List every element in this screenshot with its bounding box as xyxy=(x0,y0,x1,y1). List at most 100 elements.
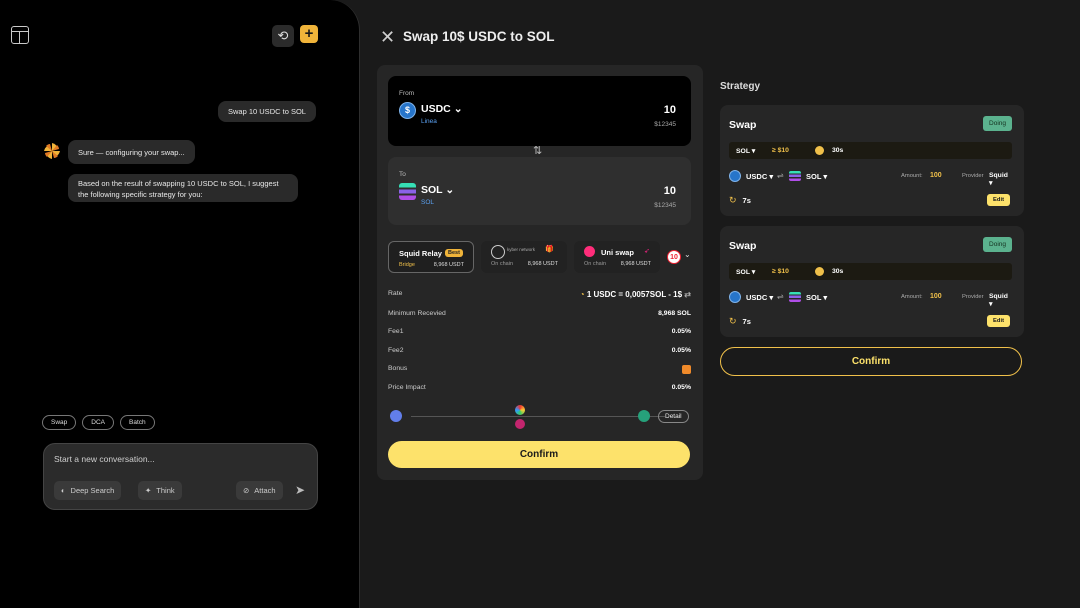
to-amount: 10 xyxy=(663,185,676,197)
layout-toggle-icon[interactable] xyxy=(11,26,29,44)
route-kyber[interactable]: kyber network 🎁 On chain 8,968 USDT xyxy=(481,241,567,273)
summary-amount: ≥ $10 xyxy=(772,268,789,275)
from-label: From xyxy=(399,90,415,97)
bonus-icon xyxy=(682,365,691,374)
summary-token[interactable]: SOL ▾ xyxy=(736,268,755,276)
page-title: Swap 10$ USDC to SOL xyxy=(403,29,555,44)
strategy-card: Swap Doing SOL ▾ ≥ $10 30s USDC ▾ ⇌ SOL … xyxy=(720,226,1024,337)
attach-label: Attach xyxy=(254,486,276,495)
clock-icon xyxy=(815,267,824,276)
strategy-heading: Strategy xyxy=(720,81,761,92)
min-received-value: 8,968 SOL xyxy=(658,310,691,317)
status-badge: Doing xyxy=(983,237,1012,252)
strategy-summary-bar: SOL ▾ ≥ $10 30s xyxy=(729,263,1012,280)
summary-amount: ≥ $10 xyxy=(772,147,789,154)
confirm-swap-button[interactable]: Confirm xyxy=(388,441,690,468)
swap-arrows-icon: ⇌ xyxy=(777,171,784,180)
edit-button[interactable]: Edit xyxy=(987,194,1010,206)
route-uniswap[interactable]: Uni swap ➶ On chain 8,968 USDT xyxy=(574,241,660,273)
from-token[interactable]: USDC ▾ xyxy=(746,293,773,302)
from-usd-value: $12345 xyxy=(654,121,676,128)
chip-batch[interactable]: Batch xyxy=(120,415,155,430)
route-name: Squid Relay xyxy=(399,249,442,258)
from-amount[interactable]: 10 xyxy=(664,104,676,116)
summary-amount-value: $10 xyxy=(777,268,789,275)
more-routes-count[interactable]: 10 xyxy=(667,250,681,264)
summary-time: 30s xyxy=(832,268,844,275)
rate-icon: ◔ xyxy=(579,290,585,299)
history-icon[interactable]: ⟲ xyxy=(272,25,294,47)
to-token-name: SOL xyxy=(806,293,822,302)
price-impact-value: 0.05% xyxy=(671,384,691,391)
from-token[interactable]: USDC ▾ xyxy=(746,172,773,181)
timer: ↻ 7s xyxy=(729,316,751,327)
summary-time: 30s xyxy=(832,147,844,154)
chat-input[interactable] xyxy=(54,454,304,464)
attach-button[interactable]: ⊘ Attach xyxy=(236,481,283,500)
bonus-label: Bonus xyxy=(388,365,408,372)
amount-value[interactable]: 100 xyxy=(930,293,942,300)
to-chain: SOL xyxy=(421,199,435,206)
timer: ↻ 7s xyxy=(729,195,751,206)
summary-token-name: SOL xyxy=(736,269,750,276)
sol-icon xyxy=(789,292,801,302)
to-token-selector[interactable]: SOL ⌄ xyxy=(421,184,454,196)
amount-label: Amount: xyxy=(901,173,923,179)
send-icon[interactable]: ➤ xyxy=(295,483,305,497)
min-received-label: Minimum Recevied xyxy=(388,310,446,317)
think-label: Think xyxy=(156,486,175,495)
confirm-strategy-button[interactable]: Confirm xyxy=(720,347,1022,376)
edit-button[interactable]: Edit xyxy=(987,315,1010,327)
to-label: To xyxy=(399,171,406,178)
uniswap-logo-icon xyxy=(584,246,595,257)
swap-card: From $ USDC ⌄ Linea 10 $12345 ⇅ To SOL ⌄… xyxy=(377,65,703,480)
fee2-value: 0.05% xyxy=(671,347,691,354)
detail-button[interactable]: Detail xyxy=(658,410,689,423)
fee2-label: Fee2 xyxy=(388,347,404,354)
lightbulb-icon: ✦ xyxy=(145,486,152,495)
summary-token[interactable]: SOL ▾ xyxy=(736,147,755,155)
from-token-name: USDC xyxy=(746,172,768,181)
status-badge: Doing xyxy=(983,116,1012,131)
from-token-box: From $ USDC ⌄ Linea 10 $12345 xyxy=(388,76,691,146)
deep-search-button[interactable]: ◐ Deep Search xyxy=(54,481,122,500)
chevron-down-icon: ⌄ xyxy=(453,103,463,115)
swap-arrows-icon: ⇌ xyxy=(777,292,784,301)
route-path-line xyxy=(411,416,665,417)
route-squid-relay[interactable]: Squid Relay Best Bridge 8,968 USDT xyxy=(388,241,474,273)
kyber-logo-icon xyxy=(491,245,505,259)
chevron-down-icon[interactable]: ⌄ xyxy=(684,250,691,259)
route-value: 8,968 USDT xyxy=(433,262,464,268)
swap-direction-icon[interactable]: ⇅ xyxy=(533,144,542,157)
gift-icon: 🎁 xyxy=(545,246,554,253)
provider-select[interactable]: Squid ▾ xyxy=(989,293,1012,308)
to-token[interactable]: SOL ▾ xyxy=(806,293,827,302)
route-name: kyber network xyxy=(507,247,536,252)
to-token[interactable]: SOL ▾ xyxy=(806,172,827,181)
from-token-selector[interactable]: USDC ⌄ xyxy=(421,103,463,115)
route-type: On chain xyxy=(491,261,514,267)
new-chat-plus-icon[interactable]: + xyxy=(300,25,318,43)
timer-icon: ↻ xyxy=(729,195,737,205)
summary-token-name: SOL xyxy=(736,148,750,155)
provider-select[interactable]: Squid ▾ xyxy=(989,172,1012,187)
assistant-avatar-icon xyxy=(44,143,60,159)
close-icon[interactable]: ✕ xyxy=(380,28,395,46)
rate-value: ◔ 1 USDC = 0,0057SOL - 1$ ⇄ xyxy=(580,290,691,299)
chip-swap[interactable]: Swap xyxy=(42,415,77,430)
fee1-value: 0.05% xyxy=(671,328,691,335)
refresh-icon[interactable]: ⇄ xyxy=(684,290,691,299)
provider-name: Squid xyxy=(989,172,1008,179)
strategy-title: Swap xyxy=(729,119,757,131)
strategy-summary-bar: SOL ▾ ≥ $10 30s xyxy=(729,142,1012,159)
route-value: 8,968 USDT xyxy=(620,261,651,267)
usdt-icon xyxy=(638,410,650,422)
chip-dca[interactable]: DCA xyxy=(82,415,114,430)
paperclip-icon: ⊘ xyxy=(243,486,250,495)
amount-value[interactable]: 100 xyxy=(930,172,942,179)
from-token-name: USDC xyxy=(746,293,768,302)
think-button[interactable]: ✦ Think xyxy=(138,481,182,500)
ethereum-icon xyxy=(390,410,402,422)
bridge-logo-icon xyxy=(515,405,525,415)
clock-icon xyxy=(815,146,824,155)
